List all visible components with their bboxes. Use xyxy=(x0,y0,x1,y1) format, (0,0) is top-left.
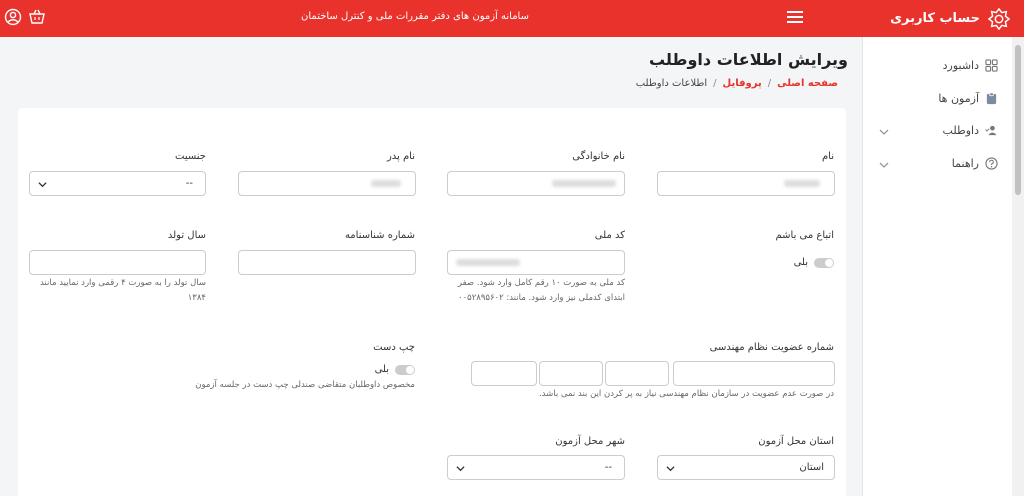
sidebar-item-help[interactable]: راهنما xyxy=(952,157,998,170)
gender-select[interactable]: -- xyxy=(29,171,206,196)
sidebar-item-candidate[interactable]: داوطلب xyxy=(943,124,998,137)
left-handed-help: مخصوص داوطلبان متقاضی صندلی چپ دست در جل… xyxy=(195,380,415,390)
left-handed-label: چپ دست xyxy=(373,342,415,353)
membership-field-4[interactable] xyxy=(471,361,537,386)
national-code-help: کد ملی به صورت ۱۰ رقم کامل وارد شود. صفر… xyxy=(457,278,625,303)
breadcrumb-home[interactable]: صفحه اصلی xyxy=(777,78,838,89)
brand-logo-icon xyxy=(988,7,1010,30)
clipboard-icon xyxy=(986,92,997,105)
id-number-field[interactable] xyxy=(238,250,416,275)
chevron-down-icon xyxy=(38,182,47,188)
exam-province-value: استان xyxy=(799,462,824,473)
national-code-label: کد ملی xyxy=(594,230,625,241)
cart-icon[interactable] xyxy=(28,8,46,26)
membership-field-3[interactable] xyxy=(539,361,603,386)
sidebar: داشبورد آزمون ها داوطلب راهنما xyxy=(862,37,1012,496)
page-scrollbar[interactable] xyxy=(1012,37,1024,496)
chevron-down-icon xyxy=(666,466,675,472)
left-handed-toggle-row[interactable]: بلی xyxy=(375,364,415,375)
form-card: نام نام خانوادگی نام پدر جنسیت -- اتباع … xyxy=(18,108,846,496)
birth-year-label: سال تولد xyxy=(167,230,206,241)
national-code-field[interactable] xyxy=(447,250,625,275)
user-icon[interactable] xyxy=(4,8,22,26)
exam-city-select[interactable]: -- xyxy=(447,455,625,480)
left-handed-toggle-label: بلی xyxy=(374,364,389,375)
membership-field-1[interactable] xyxy=(673,361,835,386)
exam-city-value: -- xyxy=(604,462,612,473)
sidebar-item-label: آزمون ها xyxy=(938,92,979,105)
system-title: سامانه آزمون های دفتر مقررات ملی و کنترل… xyxy=(301,11,529,22)
sidebar-item-label: راهنما xyxy=(951,157,979,170)
page-title: ویرایش اطلاعات داوطلب xyxy=(648,50,848,69)
id-number-label: شماره شناسنامه xyxy=(344,230,415,241)
scroll-thumb[interactable] xyxy=(1015,45,1021,195)
father-name-label: نام پدر xyxy=(386,151,415,162)
membership-field-2[interactable] xyxy=(605,361,669,386)
citizen-toggle[interactable] xyxy=(814,257,834,268)
top-bar: حساب کاربری سامانه آزمون های دفتر مقررات… xyxy=(0,0,1024,37)
exam-city-label: شهر محل آزمون xyxy=(555,436,625,447)
birth-year-help: سال تولد را به صورت ۴ رقمی وارد نمایید م… xyxy=(39,278,206,303)
citizen-label: اتباع می باشم xyxy=(775,230,834,241)
chevron-down-icon[interactable] xyxy=(879,127,889,137)
father-name-field[interactable] xyxy=(238,171,416,196)
breadcrumb-separator: / xyxy=(713,78,717,89)
brand-label: حساب کاربری xyxy=(890,11,980,26)
citizen-toggle-row[interactable]: بلی xyxy=(794,257,834,268)
help-icon xyxy=(985,157,998,170)
breadcrumb-current: اطلاعات داوطلب xyxy=(635,78,708,89)
membership-help: در صورت عدم عضویت در سازمان نظام مهندسی … xyxy=(538,389,834,399)
breadcrumb: صفحه اصلی / پروفایل / اطلاعات داوطلب xyxy=(636,78,838,89)
family-label: نام خانوادگی xyxy=(572,151,625,162)
exam-province-select[interactable]: استان xyxy=(657,455,835,480)
chevron-down-icon xyxy=(456,466,465,472)
brand[interactable]: حساب کاربری xyxy=(890,0,1010,37)
sidebar-item-exams[interactable]: آزمون ها xyxy=(938,92,998,105)
breadcrumb-separator: / xyxy=(767,78,772,89)
sidebar-item-dashboard[interactable]: داشبورد xyxy=(943,59,998,72)
sidebar-item-label: داشبورد xyxy=(942,59,979,72)
gender-label: جنسیت xyxy=(175,151,206,162)
membership-label: شماره عضویت نظام مهندسی xyxy=(709,342,834,353)
sidebar-item-label: داوطلب xyxy=(942,124,979,137)
gender-value: -- xyxy=(185,178,193,189)
hamburger-icon[interactable] xyxy=(786,8,804,26)
family-field[interactable] xyxy=(447,171,625,196)
left-handed-toggle[interactable] xyxy=(395,364,415,375)
user-check-icon xyxy=(985,125,997,136)
grid-icon xyxy=(985,59,998,72)
name-label: نام xyxy=(821,151,834,162)
exam-province-label: استان محل آزمون xyxy=(758,436,834,447)
name-field[interactable] xyxy=(657,171,835,196)
chevron-down-icon[interactable] xyxy=(879,160,889,170)
citizen-toggle-label: بلی xyxy=(793,257,808,268)
birth-year-field[interactable] xyxy=(29,250,206,275)
breadcrumb-profile[interactable]: پروفایل xyxy=(723,78,762,89)
